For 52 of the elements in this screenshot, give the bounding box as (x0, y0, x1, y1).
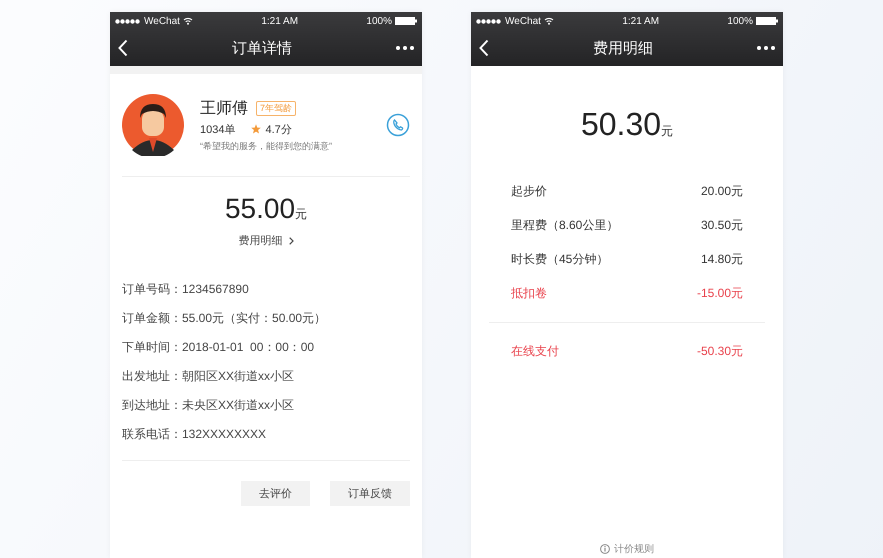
phone-call-icon[interactable] (386, 113, 410, 137)
nav-title: 订单详情 (232, 38, 292, 58)
signal-icon (115, 18, 141, 24)
order-detail: 联系电话：132XXXXXXXX (122, 426, 268, 443)
battery-percent: 100% (727, 16, 753, 26)
order-detail: 订单金额：55.00元（实付：50.00元） (122, 310, 328, 327)
carrier-name: WeChat (505, 16, 541, 26)
currency-unit: 元 (295, 206, 308, 223)
pricing-rules-link[interactable]: 计价规则 (594, 541, 660, 558)
fee-label: 抵扣卷 (511, 285, 547, 302)
avatar-drawing (122, 94, 184, 156)
status-time: 1:21 AM (261, 16, 298, 26)
order-detail: 到达地址：未央区XX街道xx小区 (122, 397, 296, 414)
more-icon[interactable] (757, 46, 775, 50)
fee-label: 里程费（8.60公里） (511, 217, 618, 234)
fee-label: 起步价 (511, 183, 547, 200)
battery-icon (394, 17, 417, 25)
driver-quote: “希望我的服务，能得到您的满意” (200, 140, 333, 152)
star-icon (251, 124, 262, 134)
fee-label: 时长费（45分钟） (511, 251, 608, 268)
back-icon[interactable] (118, 39, 128, 57)
total-amount: 50.30 (580, 106, 662, 143)
order-detail: 订单号码：1234567890 (122, 281, 250, 298)
more-icon[interactable] (396, 46, 414, 50)
chevron-icon (288, 236, 294, 244)
fee-details-link[interactable]: 费用明细 (238, 233, 294, 248)
fee-value: 20.00元 (700, 183, 743, 200)
nav-title: 费用明细 (593, 38, 653, 58)
fee-value: 14.80元 (700, 251, 743, 268)
status-time: 1:21 AM (622, 16, 660, 26)
carrier-name: WeChat (144, 16, 180, 26)
action-button[interactable]: 去评价 (241, 481, 310, 506)
driving-years-badge: 7年驾龄 (256, 100, 296, 116)
back-icon[interactable] (479, 39, 489, 57)
fee-value: -15.00元 (696, 285, 743, 302)
signal-icon (476, 18, 502, 24)
battery-icon (756, 17, 778, 25)
order-detail: 下单时间：2018-01-01 00：00：00 (122, 339, 316, 356)
driver-name: 王师傅 (200, 98, 248, 118)
order-detail: 出发地址：朝阳区XX街道xx小区 (122, 368, 296, 385)
action-button[interactable]: 订单反馈 (330, 481, 410, 506)
order-count: 1034单 (200, 122, 236, 136)
currency-unit: 元 (661, 123, 674, 140)
payment-label: 在线支付 (511, 343, 559, 360)
wifi-icon (182, 17, 193, 25)
fee-value: 30.50元 (700, 217, 743, 234)
driver-rating: 4.7分 (265, 122, 292, 136)
payment-value: -50.30元 (696, 343, 743, 360)
wifi-icon (544, 17, 554, 25)
battery-percent: 100% (366, 16, 392, 26)
order-amount: 55.00 (224, 193, 296, 225)
info-icon (600, 544, 610, 554)
